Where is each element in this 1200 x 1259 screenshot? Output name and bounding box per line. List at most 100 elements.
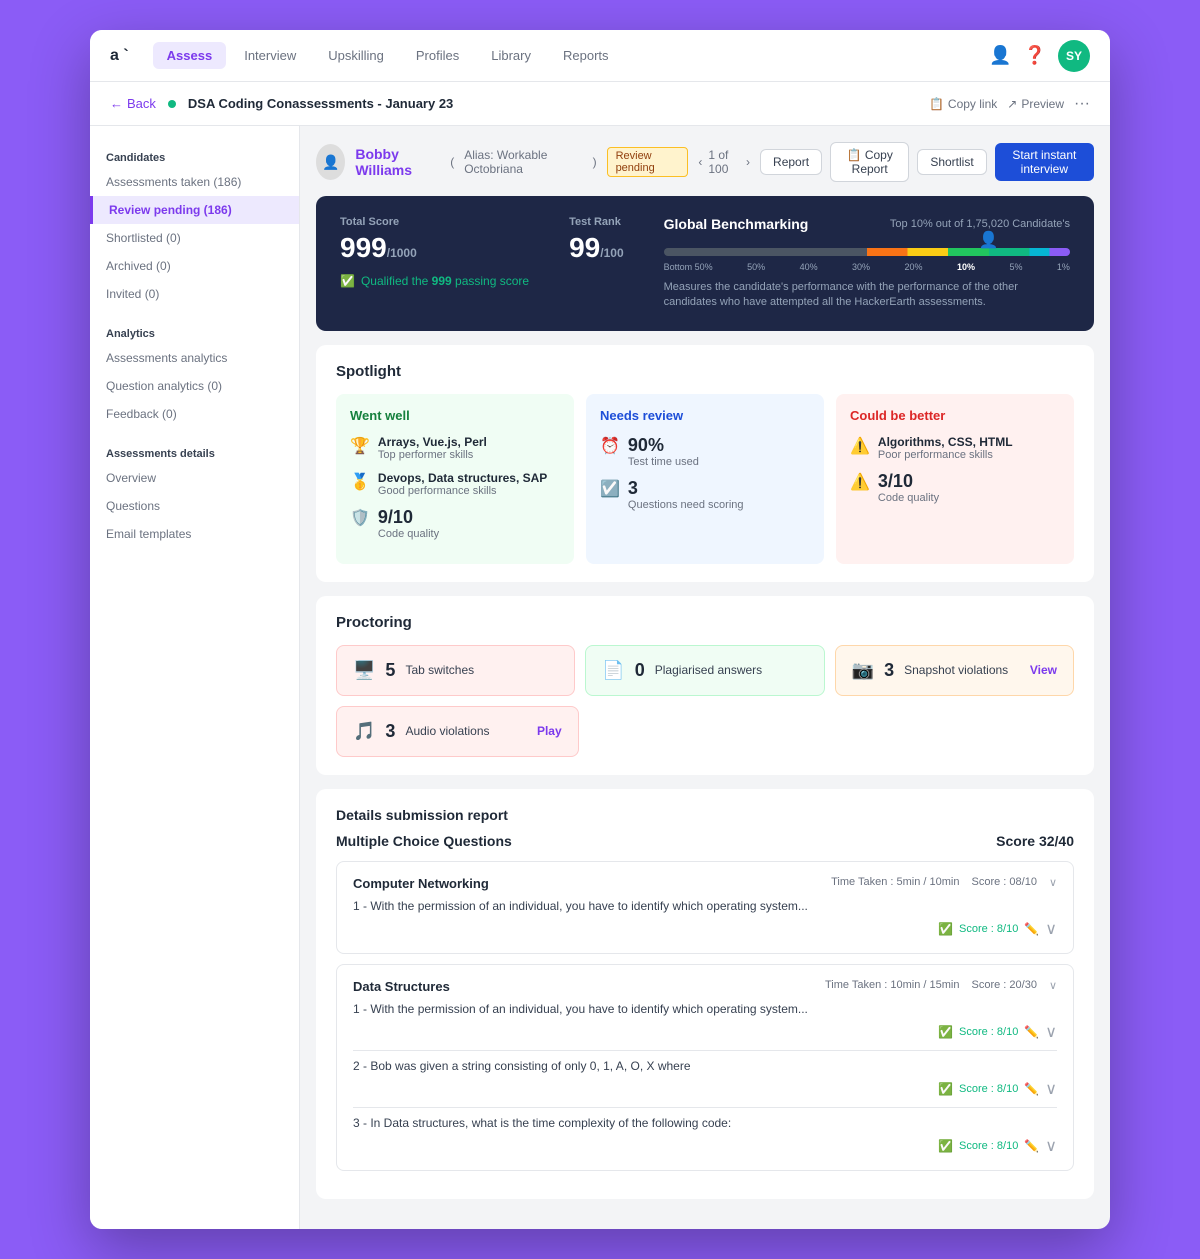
prev-icon[interactable]: ‹ <box>698 155 702 169</box>
spotlight-title: Spotlight <box>336 363 1074 380</box>
networking-chevron[interactable]: ∨ <box>1049 876 1057 889</box>
went-well-heading: Went well <box>350 408 560 423</box>
edit-icon[interactable]: ✏️ <box>1024 922 1039 936</box>
total-score-value: 999/1000 <box>340 232 529 264</box>
shortlist-button[interactable]: Shortlist <box>917 149 986 175</box>
assessment-title: DSA Coding Conassessments - January 23 <box>188 96 453 111</box>
spotlight-could-be-better: Could be better ⚠️ Algorithms, CSS, HTML… <box>836 394 1074 564</box>
candidate-name[interactable]: Bobby Williams <box>355 146 440 178</box>
mcq-header: Multiple Choice Questions Score 32/40 <box>336 833 1074 849</box>
ds-q-chevron-3[interactable]: ∨ <box>1045 1136 1057 1156</box>
sidebar: Candidates Assessments taken (186) Revie… <box>90 126 300 1229</box>
networking-q1-score: Score : 8/10 <box>959 923 1018 935</box>
audio-icon: 🎵 <box>353 721 375 742</box>
benchmarking-title: Global Benchmarking <box>664 216 809 232</box>
back-arrow-icon: ← <box>110 96 123 111</box>
edit-icon-4[interactable]: ✏️ <box>1024 1139 1039 1153</box>
checkbox-icon: ☑️ <box>600 479 620 499</box>
sidebar-item-assessments-analytics[interactable]: Assessments analytics <box>90 344 299 372</box>
preview-icon: ↗ <box>1007 97 1017 111</box>
ds-q1-score: Score : 8/10 <box>959 1026 1018 1038</box>
spotlight-grid: Went well 🏆 Arrays, Vue.js, Perl Top per… <box>336 394 1074 564</box>
needs-review-row2: ☑️ 3 Questions need scoring <box>600 478 810 511</box>
camera-icon: 📷 <box>852 660 874 681</box>
benchmarking-top: Top 10% out of 1,75,020 Candidate's <box>890 218 1070 230</box>
report-button[interactable]: Report <box>760 149 822 175</box>
edit-icon-3[interactable]: ✏️ <box>1024 1082 1039 1096</box>
ds-q3-text: 3 - In Data structures, what is the time… <box>353 1116 1057 1130</box>
audio-violations-card: 🎵 3 Audio violations Play <box>336 706 579 757</box>
nav-item-upskilling[interactable]: Upskilling <box>314 42 398 69</box>
sidebar-item-questions[interactable]: Questions <box>90 492 299 520</box>
needs-review-heading: Needs review <box>600 408 810 423</box>
ds-q-chevron-2[interactable]: ∨ <box>1045 1079 1057 1099</box>
nav-item-interview[interactable]: Interview <box>230 42 310 69</box>
snapshot-view-button[interactable]: View <box>1030 663 1057 677</box>
nav-item-assess[interactable]: Assess <box>153 42 227 69</box>
bench-desc: Measures the candidate's performance wit… <box>664 280 1070 311</box>
copy-report-button[interactable]: 📋 Copy Report <box>830 142 909 182</box>
sidebar-item-assessments-taken[interactable]: Assessments taken (186) <box>90 168 299 196</box>
networking-q1-text: 1 - With the permission of an individual… <box>353 899 1057 913</box>
edit-icon-2[interactable]: ✏️ <box>1024 1025 1039 1039</box>
sidebar-item-overview[interactable]: Overview <box>90 464 299 492</box>
warning-icon: ⚠️ <box>850 472 870 492</box>
candidate-avatar: 👤 <box>316 144 345 180</box>
test-rank-value: 99/100 <box>569 232 624 264</box>
sidebar-details-title: Assessments details <box>90 438 299 464</box>
sidebar-item-question-analytics[interactable]: Question analytics (0) <box>90 372 299 400</box>
mcq-title: Multiple Choice Questions <box>336 833 512 849</box>
sidebar-item-shortlisted[interactable]: Shortlisted (0) <box>90 224 299 252</box>
app-logo: a ` <box>110 47 129 65</box>
proctoring-title: Proctoring <box>336 614 1074 631</box>
q-header-networking: Computer Networking Time Taken : 5min / … <box>353 876 1057 891</box>
status-badge: Review pending <box>607 147 689 177</box>
candidate-alias: ( <box>450 155 454 169</box>
nav-right: 👤 ❓ SY <box>989 40 1090 72</box>
help-icon[interactable]: ❓ <box>1024 45 1046 66</box>
more-icon[interactable]: ··· <box>1074 95 1090 113</box>
nav-item-reports[interactable]: Reports <box>549 42 623 69</box>
shield-check-icon: 🛡️ <box>350 508 370 528</box>
start-interview-button[interactable]: Start instant interview <box>995 143 1094 181</box>
sidebar-item-invited[interactable]: Invited (0) <box>90 280 299 308</box>
avatar[interactable]: SY <box>1058 40 1090 72</box>
copy-link-button[interactable]: 📋 Copy link <box>929 97 997 111</box>
back-button[interactable]: ← Back <box>110 96 156 111</box>
sidebar-item-email-templates[interactable]: Email templates <box>90 520 299 548</box>
sub-nav: ← Back DSA Coding Conassessments - Janua… <box>90 82 1110 126</box>
sidebar-item-review-pending[interactable]: Review pending (186) <box>90 196 299 224</box>
sidebar-analytics-title: Analytics <box>90 318 299 344</box>
ds-chevron[interactable]: ∨ <box>1049 979 1057 992</box>
ds-meta: Time Taken : 10min / 15min Score : 20/30… <box>825 979 1057 992</box>
sub-nav-actions: 📋 Copy link ↗ Preview ··· <box>929 95 1090 113</box>
ds-q2-text: 2 - Bob was given a string consisting of… <box>353 1059 1057 1073</box>
audio-play-button[interactable]: Play <box>537 724 562 738</box>
preview-button[interactable]: ↗ Preview <box>1007 97 1064 111</box>
next-icon[interactable]: › <box>746 155 750 169</box>
nav-item-library[interactable]: Library <box>477 42 545 69</box>
user-icon[interactable]: 👤 <box>989 45 1011 66</box>
nav-item-profiles[interactable]: Profiles <box>402 42 473 69</box>
total-score-section: Total Score 999/1000 ✅ Qualified the 999… <box>340 216 529 288</box>
ds-q2-score: Score : 8/10 <box>959 1083 1018 1095</box>
q-chevron-1[interactable]: ∨ <box>1045 919 1057 939</box>
content-area: 👤 Bobby Williams ( Alias: Workable Octob… <box>300 126 1110 1229</box>
bench-bar-container: 👤 <box>664 248 1070 256</box>
alert-circle-icon: ⚠️ <box>850 436 870 456</box>
mcq-score: Score 32/40 <box>996 833 1074 849</box>
q-header-ds: Data Structures Time Taken : 10min / 15m… <box>353 979 1057 994</box>
test-rank-section: Test Rank 99/100 <box>569 216 624 264</box>
trophy-icon: 🏆 <box>350 436 370 456</box>
proctoring-grid: 🖥️ 5 Tab switches 📄 0 Plagiarised answer… <box>336 645 1074 696</box>
ds-q-chevron-1[interactable]: ∨ <box>1045 1022 1057 1042</box>
ds-title: Data Structures <box>353 979 450 994</box>
sidebar-item-archived[interactable]: Archived (0) <box>90 252 299 280</box>
candidate-header: 👤 Bobby Williams ( Alias: Workable Octob… <box>316 142 1094 182</box>
snapshot-card: 📷 3 Snapshot violations View <box>835 645 1074 696</box>
top-nav: a ` Assess Interview Upskilling Profiles… <box>90 30 1110 82</box>
question-block-networking: Computer Networking Time Taken : 5min / … <box>336 861 1074 954</box>
ds-q1-text: 1 - With the permission of an individual… <box>353 1002 1057 1016</box>
question-block-data-structures: Data Structures Time Taken : 10min / 15m… <box>336 964 1074 1171</box>
sidebar-item-feedback[interactable]: Feedback (0) <box>90 400 299 428</box>
